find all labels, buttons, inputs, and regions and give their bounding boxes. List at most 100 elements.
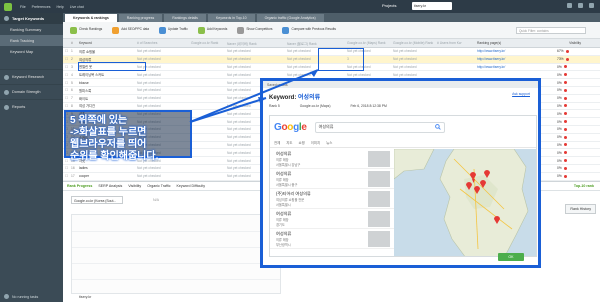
row-checkbox[interactable]: ☐ bbox=[63, 88, 71, 92]
tab-keywords-rankings[interactable]: Keywords & rankings bbox=[65, 14, 117, 22]
ok-button[interactable]: OK bbox=[498, 253, 524, 261]
map-listing[interactable]: 여성의류 의류 매장 서울특별시 중구 bbox=[270, 169, 394, 189]
map-listing[interactable]: (주)티어리 여성의류 여성의류 쇼핑몰 전문 서울특별시 bbox=[270, 189, 394, 209]
tab-visibility[interactable]: Visibility bbox=[128, 184, 141, 188]
row-checkbox[interactable]: ☐ bbox=[63, 174, 71, 178]
menu-preferences[interactable]: Preferences bbox=[32, 5, 51, 9]
row-keyword[interactable]: 여성의류 bbox=[79, 57, 137, 62]
sidebar-group-reports[interactable]: Reports bbox=[0, 99, 63, 114]
tab-ranking-progress[interactable]: Ranking progress bbox=[118, 14, 163, 22]
visibility-dot-icon bbox=[563, 151, 567, 155]
row-checkbox[interactable]: ☐ bbox=[63, 65, 71, 69]
row-keyword[interactable]: 의류 쇼핑몰 bbox=[79, 49, 137, 54]
menu-file[interactable]: File bbox=[20, 5, 26, 9]
row-cell: Not yet checked bbox=[137, 80, 161, 85]
col-google-mobile-rank[interactable]: Google.co.kr (Mobile) Rank bbox=[393, 41, 437, 45]
compare-button[interactable]: Compare with Previous Results bbox=[278, 26, 339, 34]
col-ranking-pages[interactable]: Ranking page(s) bbox=[477, 41, 557, 45]
visibility-dot-icon bbox=[563, 166, 567, 170]
map-listing[interactable]: 여성의류 의류 매장 부산광역시 bbox=[270, 229, 394, 249]
annotation-line-2: ->화살표를 누르면 bbox=[70, 127, 147, 138]
tab-organic-traffic-bottom[interactable]: Organic Traffic bbox=[147, 184, 170, 188]
settings-icon[interactable] bbox=[578, 3, 583, 8]
project-select[interactable]: tisery.kr bbox=[412, 2, 452, 10]
row-keyword[interactable]: cooper bbox=[79, 174, 137, 178]
google-search-input[interactable]: 여성의류 bbox=[314, 121, 445, 133]
visibility-dot-icon bbox=[563, 143, 567, 147]
row-cell: Not yet checked bbox=[347, 72, 371, 77]
row-keyword[interactable]: 트레이닝복 스커트 bbox=[79, 72, 137, 77]
show-competitors-button[interactable]: Show Competitors bbox=[233, 26, 276, 34]
col-num[interactable]: # bbox=[71, 41, 79, 45]
menu-help[interactable]: Help bbox=[57, 5, 64, 9]
user-icon[interactable] bbox=[589, 3, 594, 8]
rank-history-button[interactable]: Rank History bbox=[565, 204, 596, 214]
menu-live-chat[interactable]: Live chat bbox=[70, 5, 84, 9]
row-cell: Not yet checked bbox=[393, 64, 417, 69]
refresh-icon[interactable] bbox=[567, 3, 572, 8]
top-bar: File Preferences Help Live chat Projects… bbox=[0, 0, 600, 13]
row-checkbox[interactable]: ☐ bbox=[63, 81, 71, 85]
search-icon[interactable] bbox=[434, 124, 441, 130]
sidebar-item-rank-tracking[interactable]: Rank Tracking bbox=[0, 35, 63, 46]
sidebar-group-domain-strength[interactable]: Domain Strength bbox=[0, 84, 63, 99]
row-number: 5 bbox=[71, 80, 73, 85]
google-nav-maps[interactable]: 지도 bbox=[286, 140, 292, 145]
tab-serp-analysis[interactable]: SERP Analysis bbox=[98, 184, 122, 188]
row-number: 7 bbox=[71, 96, 73, 101]
row-checkbox[interactable]: ☐ bbox=[63, 104, 71, 108]
add-keywords-button[interactable]: Add Keywords bbox=[194, 26, 232, 34]
google-nav-images[interactable]: 이미지 bbox=[311, 140, 320, 145]
row-cell: Not yet checked bbox=[137, 103, 161, 108]
row-keyword[interactable]: 화이트 bbox=[79, 96, 137, 101]
sidebar-group-keyword-research[interactable]: Keyword Research bbox=[0, 69, 63, 84]
row-keyword[interactable]: blouse bbox=[79, 81, 137, 85]
map-listing[interactable]: 여성의류 의류 매장 서울특별시 강남구 bbox=[270, 149, 394, 169]
data-icon bbox=[112, 26, 120, 34]
tab-keywords-top10[interactable]: Keywords in Top-10 bbox=[207, 14, 255, 22]
tab-organic-traffic[interactable]: Organic traffic (Google Analytics) bbox=[256, 14, 324, 22]
sidebar-head[interactable]: Target Keywords bbox=[0, 13, 63, 24]
row-keyword[interactable]: 여성 가디건 bbox=[79, 103, 137, 108]
app-logo-icon bbox=[4, 2, 12, 11]
row-visibility: 0% bbox=[557, 88, 587, 92]
row-checkbox[interactable]: ☐ bbox=[63, 166, 71, 170]
google-nav-news[interactable]: 뉴스 bbox=[326, 140, 332, 145]
visibility-dot-icon bbox=[563, 104, 567, 108]
row-checkbox[interactable]: ☐ bbox=[63, 96, 71, 100]
row-checkbox[interactable]: ☐ bbox=[63, 73, 71, 77]
col-users[interactable]: # Users from Kw bbox=[437, 41, 477, 45]
rank-progress-chart bbox=[71, 214, 281, 294]
google-nav-all[interactable]: 전체 bbox=[274, 140, 280, 145]
korea-map[interactable] bbox=[394, 149, 536, 256]
update-traffic-button[interactable]: Update Traffic bbox=[155, 26, 192, 34]
sidebar-item-ranking-summary[interactable]: Ranking Summary bbox=[0, 24, 63, 35]
row-keyword[interactable]: ladies bbox=[79, 166, 137, 170]
tab-keyword-difficulty[interactable]: Keyword Difficulty bbox=[177, 184, 206, 188]
tab-rankings-details[interactable]: Rankings details bbox=[164, 14, 206, 22]
ask-support-link[interactable]: Ask support bbox=[512, 92, 530, 96]
row-checkbox[interactable]: ☐ bbox=[63, 49, 71, 53]
arrowhead-icon bbox=[310, 70, 318, 77]
row-keyword[interactable]: 원피스룩 bbox=[79, 88, 137, 93]
visibility-dot-icon bbox=[563, 81, 567, 85]
tab-rank-progress[interactable]: Rank Progress bbox=[67, 184, 92, 188]
col-keyword[interactable]: Keyword bbox=[79, 41, 137, 45]
visibility-dot-icon bbox=[565, 49, 569, 53]
col-google-maps-rank[interactable]: Google.co.kr (Maps) Rank bbox=[347, 41, 393, 45]
engine-select[interactable]: Google.co.kr (Korea (Sout... bbox=[71, 196, 123, 204]
col-searches[interactable]: # of Searches bbox=[137, 41, 191, 45]
add-seo-ppc-button[interactable]: Add SEO/PPC data bbox=[108, 26, 153, 34]
competitors-icon bbox=[237, 26, 245, 34]
col-google-rank[interactable]: Google.co.kr Rank bbox=[191, 41, 227, 45]
check-rankings-button[interactable]: Check Rankings bbox=[66, 26, 106, 34]
col-naver-rank[interactable]: Naver (네이버) Rank bbox=[227, 41, 287, 46]
col-naver-blog-rank[interactable]: Naver (블로그) Rank bbox=[287, 41, 347, 46]
col-visibility[interactable]: Visibility bbox=[557, 41, 587, 45]
row-checkbox[interactable]: ☐ bbox=[63, 57, 71, 61]
rank-na-value: N/A bbox=[153, 198, 159, 202]
google-nav-shopping[interactable]: 쇼핑 bbox=[299, 140, 305, 145]
map-listing[interactable]: 여성의류 의류 매장 경기도 bbox=[270, 209, 394, 229]
sidebar-item-keyword-map[interactable]: Keyword Map bbox=[0, 46, 63, 57]
quick-filter-input[interactable]: Quick Filter: contains bbox=[516, 27, 586, 34]
